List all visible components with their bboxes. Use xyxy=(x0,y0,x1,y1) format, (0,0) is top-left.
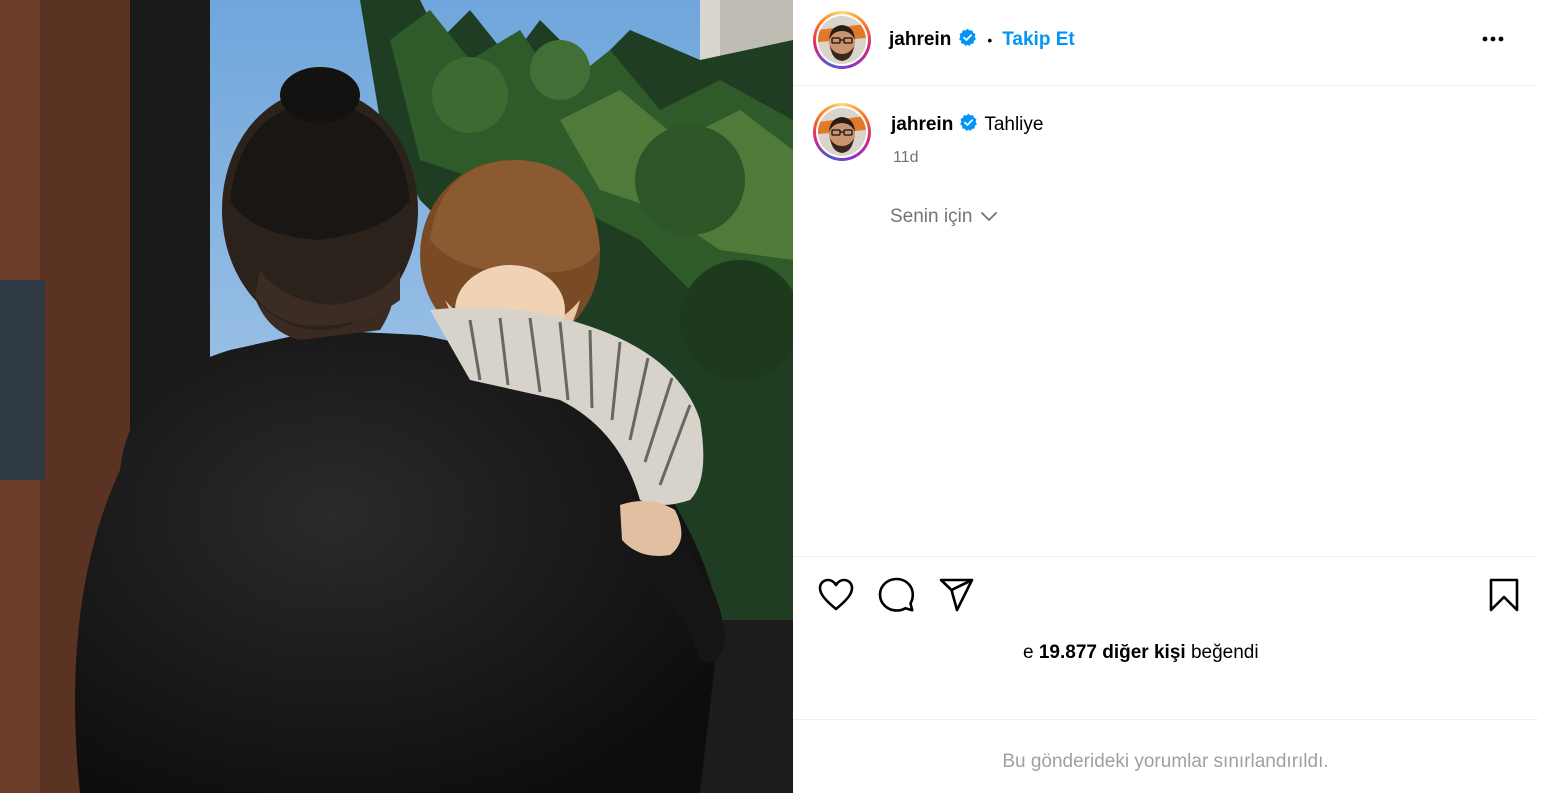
post-photo-image xyxy=(0,0,793,793)
likes-summary: e 19.877 diğer kişi beğendi xyxy=(1023,642,1259,664)
share-icon[interactable] xyxy=(938,577,976,613)
caption-area: jahrein Tahliye 11d Senin için xyxy=(793,86,1538,556)
caption-avatar[interactable] xyxy=(813,103,871,161)
post-side-panel: jahrein • Takip Et jahrein Tahliye 11d S… xyxy=(793,0,1546,793)
likes-prefix: e xyxy=(1023,642,1039,663)
header-user-row: jahrein • Takip Et xyxy=(889,28,1075,52)
like-heart-icon[interactable] xyxy=(817,577,855,613)
comments-restricted-note: Bu gönderideki yorumlar sınırlandırıldı. xyxy=(793,719,1538,794)
comments-restricted-text: Bu gönderideki yorumlar sınırlandırıldı. xyxy=(1002,751,1329,772)
caption-verified-badge-icon xyxy=(959,113,978,137)
likes-suffix: beğendi xyxy=(1185,642,1259,663)
post-photo[interactable] xyxy=(0,0,793,793)
verified-badge-icon xyxy=(958,28,977,52)
header-separator: • xyxy=(987,32,993,48)
caption-text: Tahliye xyxy=(984,114,1044,135)
caption-avatar-face-image xyxy=(818,108,866,156)
avatar-face-image xyxy=(818,16,866,64)
author-avatar[interactable] xyxy=(813,11,871,69)
comment-icon[interactable] xyxy=(877,577,915,613)
more-options-icon[interactable] xyxy=(1478,24,1508,59)
chevron-down-icon xyxy=(981,212,998,221)
post-timestamp[interactable]: 11d xyxy=(893,149,919,167)
likes-count-link[interactable]: 19.877 diğer kişi xyxy=(1039,642,1186,663)
post-header: jahrein • Takip Et xyxy=(793,0,1538,86)
header-username[interactable]: jahrein xyxy=(889,29,951,51)
save-bookmark-icon[interactable] xyxy=(1487,577,1521,613)
translation-label: Senin için xyxy=(890,206,973,227)
caption-username[interactable]: jahrein xyxy=(891,114,953,136)
translation-toggle[interactable]: Senin için xyxy=(890,206,998,228)
caption-row: jahrein Tahliye xyxy=(891,113,1043,137)
action-bar xyxy=(793,556,1538,637)
follow-button[interactable]: Takip Et xyxy=(1002,29,1075,51)
